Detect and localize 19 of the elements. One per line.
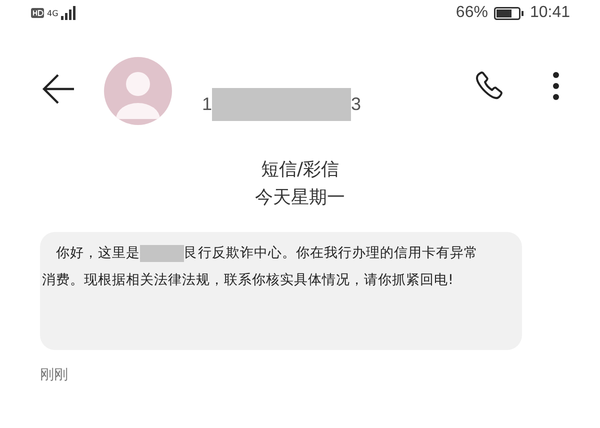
back-arrow-icon[interactable]	[42, 72, 76, 106]
phone-icon[interactable]	[474, 70, 504, 100]
message-text: 消费。现根据相关法律法规，联系你核实具体情况，请你抓紧回电!	[42, 271, 454, 290]
conversation-type: 短信/彩信	[260, 158, 340, 182]
message-text: 艮行反欺诈中心。你在我行办理的信用卡有异常	[184, 244, 478, 263]
message-time: 刚刚	[40, 366, 69, 384]
hd-icon	[31, 8, 44, 18]
redaction-block	[140, 245, 184, 262]
clock-time: 10:41	[530, 4, 570, 22]
avatar-icon	[104, 57, 172, 125]
date-label: 今天星期一	[254, 186, 346, 210]
signal-icon	[61, 6, 78, 20]
message-text: 你好，这里是	[56, 244, 140, 263]
phone-number-end: 3	[351, 94, 362, 114]
battery-percent: 66%	[456, 4, 488, 22]
network-label: 4G	[47, 10, 58, 18]
phone-number-start: 1	[202, 94, 212, 114]
more-options-icon[interactable]	[552, 71, 560, 101]
battery-icon	[494, 6, 524, 20]
